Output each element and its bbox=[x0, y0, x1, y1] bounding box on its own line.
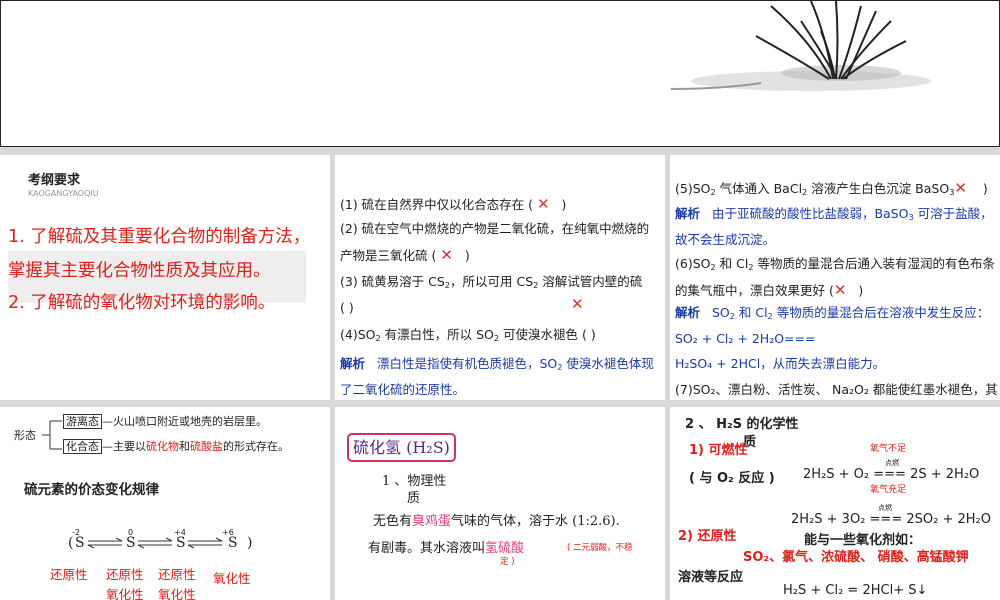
exam-heading: 考纲要求 bbox=[28, 173, 81, 188]
wrong-mark-icon: ✕ bbox=[571, 295, 584, 313]
analysis-5a: 解析 由于亚硫酸的酸性比盐酸弱，BaSO3 可溶于盐酸， bbox=[675, 206, 993, 223]
top-slide bbox=[0, 0, 1000, 147]
question-5: (5)SO2 气体通入 BaCl2 溶液产生白色沉淀 BaSO3✕ ) bbox=[675, 179, 988, 198]
ink-orchid-illustration bbox=[670, 1, 931, 91]
flammable-label: 1) 可燃性 bbox=[689, 443, 748, 458]
ignite-label-a: 点燃 bbox=[885, 459, 899, 467]
free-state-row: 游离态 —火山喷口附近或地壳的岩层里。 bbox=[63, 414, 267, 429]
question-2b: 产物是三氧化硫 ( ✕ ) bbox=[340, 246, 470, 264]
exam-requirements-panel: 考纲要求 KAOGANGYAOQIU 1. 了解硫及其重要化合物的制备方法， 掌… bbox=[0, 155, 330, 400]
oxidants-intro: 能与一些氧化剂如： bbox=[804, 533, 922, 548]
valence-title: 硫元素的价态变化规律 bbox=[24, 482, 159, 498]
analysis-4a: 解析 漂白性是指使有机色质褪色，SO2 使溴水褪色体现 bbox=[340, 356, 654, 373]
combined-state-box: 化合态 bbox=[63, 439, 102, 454]
question-6a: (6)SO2 和 Cl2 等物质的量混合后通入装有湿润的有色布条 bbox=[675, 256, 995, 273]
acid-note-2: 定 ) bbox=[500, 557, 515, 567]
sulfur-forms-panel: 形态 游离态 —火山喷口附近或地壳的岩层里。 化合态 —主要以硫化物和硫酸盐的形式存… bbox=[0, 407, 330, 600]
oxidant-list: SO₂、氯气、浓硫酸、 硝酸、高锰酸钾 bbox=[743, 550, 969, 565]
sulfur-minus2: S bbox=[75, 535, 85, 551]
physical-line-2: 有剧毒。其水溶液叫氢硫酸 bbox=[368, 541, 525, 556]
paren-right: ) bbox=[247, 535, 253, 551]
question-4: (4)SO2 有漂白性，所以 SO2 可使溴水褪色 ( ) bbox=[340, 327, 596, 344]
equation-6a: SO₂ + Cl₂ + 2H₂O=== bbox=[675, 331, 816, 346]
exam-heading-pinyin: KAOGANGYAOQIU bbox=[28, 189, 99, 198]
question-2a: (2) 硫在空气中燃烧的产物是二氧化硫，在纯氧中燃烧的 bbox=[340, 221, 650, 236]
reducing-label: 2) 还原性 bbox=[678, 529, 737, 544]
analysis-5b: 故不会生成沉淀。 bbox=[675, 232, 776, 247]
wrong-mark-icon: ✕ bbox=[537, 195, 550, 213]
wrong-mark-icon: ✕ bbox=[954, 179, 967, 197]
question-7: (7)SO₂、漂白粉、活性炭、 Na₂O₂ 都能使红墨水褪色，其 bbox=[675, 382, 998, 397]
form-label: 形态 bbox=[14, 429, 36, 442]
sulfur-plus6: S bbox=[228, 535, 238, 551]
oxygen-sufficient: 氧气充足 bbox=[870, 485, 907, 495]
physical-label: 1 、物理性 bbox=[382, 474, 447, 489]
judgement-questions-panel-2: (5)SO2 气体通入 BaCl2 溶液产生白色沉淀 BaSO3✕ ) 解析 由… bbox=[670, 155, 1000, 400]
reducing-label-2: 还原性 bbox=[106, 567, 144, 582]
bracket-icon bbox=[42, 420, 62, 450]
judgement-questions-panel: (1) 硫在自然界中仅以化合态存在 ( ✕ ) (2) 硫在空气中燃烧的产物是二… bbox=[335, 155, 665, 400]
reducing-label-1: 还原性 bbox=[50, 567, 88, 582]
oxidizing-label-2: 氧化性 bbox=[106, 587, 144, 600]
question-1: (1) 硫在自然界中仅以化合态存在 ( ✕ ) bbox=[340, 195, 567, 213]
question-3a: (3) 硫黄易溶于 CS2，所以可用 CS2 溶解试管内壁的硫 bbox=[340, 274, 643, 291]
analysis-4b: 了二氧化硫的还原性。 bbox=[340, 382, 466, 397]
acid-note: ( 二元弱酸，不稳 bbox=[567, 543, 633, 553]
physical-line-1: 无色有臭鸡蛋气味的气体，溶于水 (1:2.6). bbox=[373, 514, 620, 529]
requirement-1b: 掌握其主要化合物性质及其应用。 bbox=[8, 261, 271, 281]
h2s-chemical-panel: 2 、 H₂S 的化学性 质 1) 可燃性 氧气不足 ( 与 O₂ 反应 ) 2… bbox=[670, 407, 1000, 600]
question-6b: 的集气瓶中，漂白效果更好 (✕ ) bbox=[675, 281, 864, 299]
combined-state-row: 化合态 —主要以硫化物和硫酸盐的形式存在。 bbox=[63, 439, 289, 454]
equation-b: 2H₂S + 3O₂ === 2SO₂ + 2H₂O bbox=[791, 512, 991, 527]
requirement-2: 2. 了解硫的氧化物对环境的影响。 bbox=[8, 293, 276, 313]
reducing-label-3: 还原性 bbox=[158, 567, 196, 582]
equilibrium-arrows-icon bbox=[87, 537, 223, 549]
free-state-box: 游离态 bbox=[63, 414, 102, 429]
oxidizing-label-4: 氧化性 bbox=[213, 571, 251, 586]
analysis-6a: 解析 SO2 和 Cl2 等物质的量混合后在溶液中发生反应： bbox=[675, 305, 990, 322]
oxidizing-label-3: 氧化性 bbox=[158, 587, 196, 600]
physical-label-2: 质 bbox=[407, 491, 421, 506]
with-oxygen-label: ( 与 O₂ 反应 ) bbox=[689, 471, 775, 486]
chem-heading: 2 、 H₂S 的化学性 bbox=[685, 417, 799, 432]
wrong-mark-icon: ✕ bbox=[833, 281, 847, 299]
equation-6b: H₂SO₄ + 2HCl，从而失去漂白能力。 bbox=[675, 356, 886, 371]
equation-a: 2H₂S + O₂ === 2S + 2H₂O bbox=[803, 467, 980, 482]
h2s-title: 硫化氢 (H₂S) bbox=[347, 433, 456, 463]
equation-c: H₂S + Cl₂ = 2HCl+ S↓ bbox=[783, 583, 928, 598]
wrong-mark-icon: ✕ bbox=[440, 246, 453, 264]
h2s-physical-panel: 硫化氢 (H₂S) 1 、物理性 质 无色有臭鸡蛋气味的气体，溶于水 (1:2.… bbox=[335, 407, 665, 600]
question-3b: ( ) bbox=[340, 300, 354, 315]
oxygen-insufficient: 氧气不足 bbox=[870, 444, 907, 454]
solution-etc: 溶液等反应 bbox=[678, 570, 744, 585]
requirement-1a: 1. 了解硫及其重要化合物的制备方法， bbox=[8, 227, 311, 247]
